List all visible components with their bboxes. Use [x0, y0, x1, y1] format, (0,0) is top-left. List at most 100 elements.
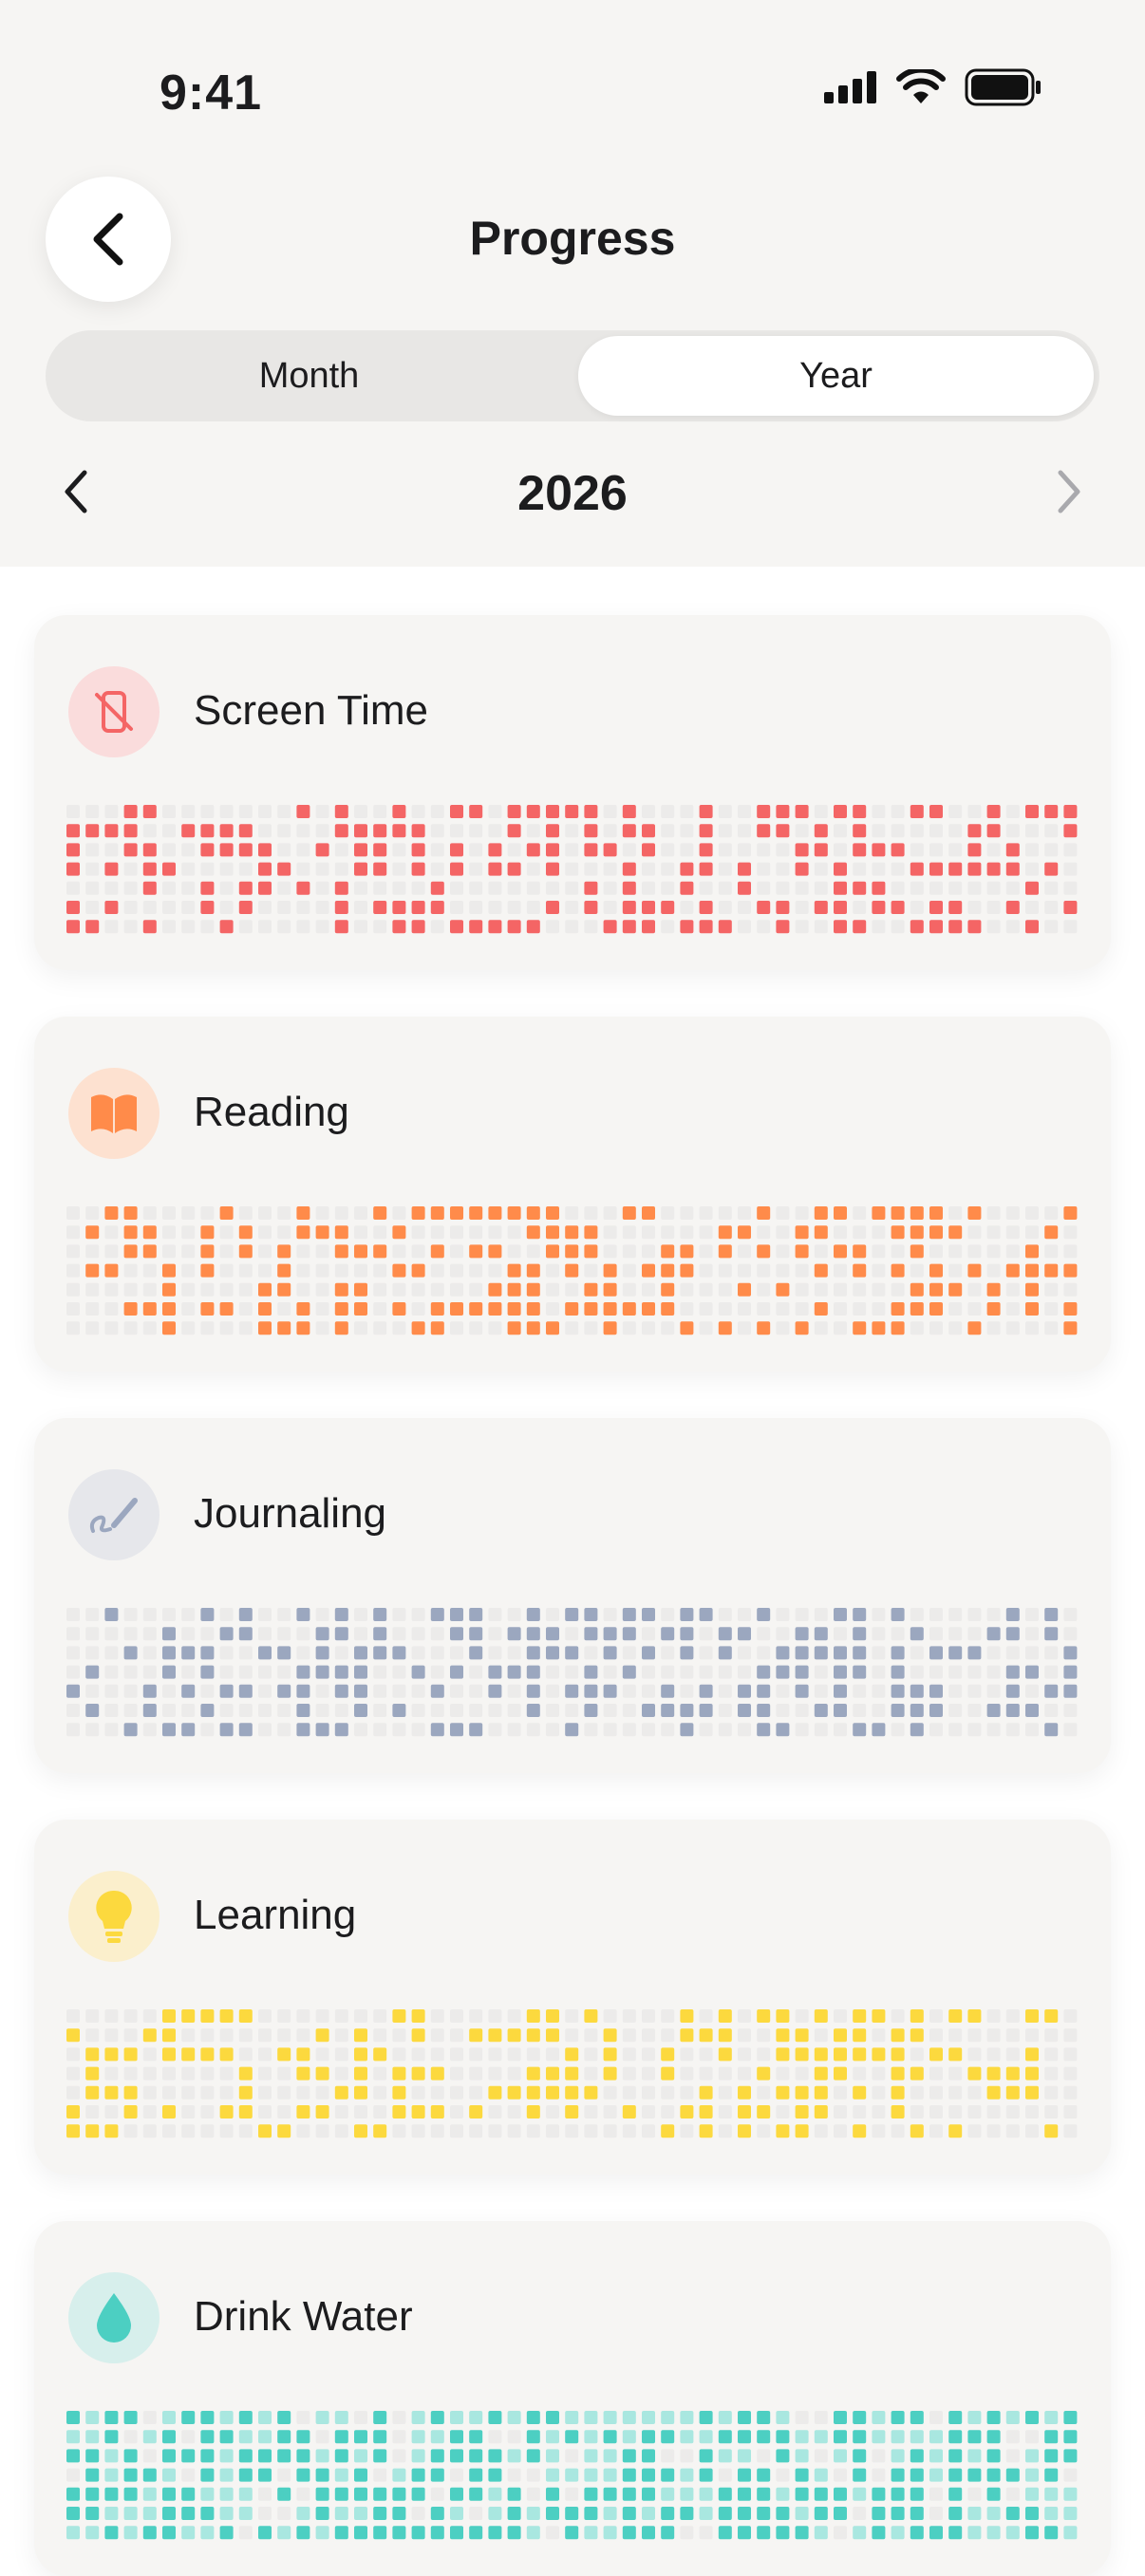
grid-day-cell — [718, 2047, 732, 2062]
grid-day-cell — [488, 1608, 502, 1621]
water-drop-icon — [68, 2272, 160, 2363]
grid-day-cell — [967, 1608, 982, 1621]
grid-day-cell — [411, 805, 425, 818]
grid-day-cell — [718, 1263, 732, 1278]
grid-day-cell — [123, 2526, 138, 2540]
grid-day-cell — [334, 1321, 348, 1335]
grid-day-cell — [488, 2028, 502, 2043]
grid-day-cell — [699, 1723, 713, 1737]
grid-day-cell — [584, 2047, 598, 2062]
grid-day-cell — [814, 2105, 828, 2119]
grid-day-cell — [1044, 2468, 1059, 2482]
grid-day-cell — [430, 862, 444, 876]
grid-day-cell — [507, 2526, 521, 2540]
habit-card-screen-time[interactable]: Screen Time — [34, 615, 1111, 970]
grid-day-cell — [85, 2028, 100, 2043]
grid-day-cell — [834, 2507, 847, 2520]
grid-day-cell — [1025, 824, 1039, 838]
grid-day-cell — [910, 843, 924, 857]
grid-day-cell — [1025, 1608, 1039, 1621]
grid-day-cell — [834, 843, 847, 857]
grid-day-cell — [565, 901, 579, 914]
grid-day-cell — [872, 2009, 886, 2023]
grid-day-cell — [738, 1263, 751, 1278]
grid-day-cell — [104, 1627, 119, 1641]
grid-day-cell — [642, 2449, 655, 2463]
grid-day-cell — [565, 1646, 579, 1660]
grid-day-cell — [315, 2411, 329, 2424]
segment-year[interactable]: Year — [578, 336, 1094, 416]
grid-day-cell — [738, 2468, 751, 2482]
grid-day-cell — [834, 1684, 847, 1698]
segment-month[interactable]: Month — [51, 336, 567, 416]
grid-day-cell — [219, 1608, 234, 1621]
grid-day-cell — [142, 2066, 157, 2081]
grid-day-cell — [373, 2066, 387, 2081]
grid-day-cell — [526, 901, 540, 914]
grid-day-cell — [411, 2066, 425, 2081]
grid-day-cell — [469, 1282, 483, 1297]
grid-day-cell — [1044, 1665, 1059, 1679]
grid-day-cell — [661, 1723, 675, 1737]
grid-day-cell — [603, 2028, 617, 2043]
grid-day-cell — [967, 1206, 982, 1220]
grid-day-cell — [795, 2468, 809, 2482]
grid-day-cell — [834, 1723, 847, 1737]
grid-day-cell — [66, 2411, 80, 2424]
habit-card-journaling[interactable]: Journaling — [34, 1418, 1111, 1773]
grid-day-cell — [1044, 2009, 1059, 2023]
grid-day-cell — [642, 2507, 655, 2520]
grid-day-cell — [853, 2028, 867, 2043]
grid-day-cell — [315, 843, 329, 857]
grid-day-cell — [315, 824, 329, 838]
grid-day-cell — [661, 1206, 675, 1220]
grid-day-cell — [853, 1646, 867, 1660]
grid-day-cell — [546, 2009, 559, 2023]
grid-day-cell — [834, 1282, 847, 1297]
grid-day-cell — [929, 2507, 943, 2520]
grid-day-cell — [85, 1627, 100, 1641]
grid-day-cell — [891, 824, 905, 838]
grid-day-cell — [123, 2009, 138, 2023]
grid-day-cell — [1005, 881, 1020, 895]
grid-day-cell — [1044, 1723, 1059, 1737]
grid-day-cell — [546, 1608, 559, 1621]
grid-day-cell — [948, 2411, 963, 2424]
grid-day-cell — [776, 843, 790, 857]
grid-day-cell — [738, 843, 751, 857]
grid-day-cell — [891, 805, 905, 818]
grid-day-cell — [910, 920, 924, 934]
habit-card-drink-water[interactable]: Drink Water — [34, 2221, 1111, 2576]
grid-day-cell — [565, 2066, 579, 2081]
grid-day-cell — [507, 2430, 521, 2444]
grid-day-cell — [565, 2468, 579, 2482]
grid-day-cell — [622, 2430, 636, 2444]
grid-day-cell — [200, 2028, 215, 2043]
grid-day-cell — [411, 1723, 425, 1737]
grid-day-cell — [948, 2124, 963, 2138]
grid-day-cell — [450, 2526, 463, 2540]
grid-day-cell — [680, 1244, 694, 1259]
grid-day-cell — [411, 843, 425, 857]
next-year-button[interactable] — [1041, 463, 1098, 520]
grid-day-cell — [277, 843, 291, 857]
grid-day-cell — [219, 824, 234, 838]
grid-day-cell — [258, 881, 272, 895]
grid-day-cell — [450, 1723, 463, 1737]
grid-day-cell — [181, 2411, 196, 2424]
grid-day-cell — [948, 2468, 963, 2482]
grid-day-cell — [910, 2526, 924, 2540]
grid-day-cell — [699, 805, 713, 818]
habit-card-reading[interactable]: Reading — [34, 1017, 1111, 1372]
grid-day-cell — [200, 843, 215, 857]
grid-day-cell — [334, 2124, 348, 2138]
grid-day-cell — [238, 862, 253, 876]
grid-day-cell — [104, 2526, 119, 2540]
grid-day-cell — [661, 1684, 675, 1698]
grid-day-cell — [354, 2028, 367, 2043]
grid-day-cell — [967, 1723, 982, 1737]
grid-day-cell — [123, 2430, 138, 2444]
habit-card-learning[interactable]: Learning — [34, 1820, 1111, 2175]
grid-day-cell — [661, 1665, 675, 1679]
grid-day-cell — [738, 1684, 751, 1698]
